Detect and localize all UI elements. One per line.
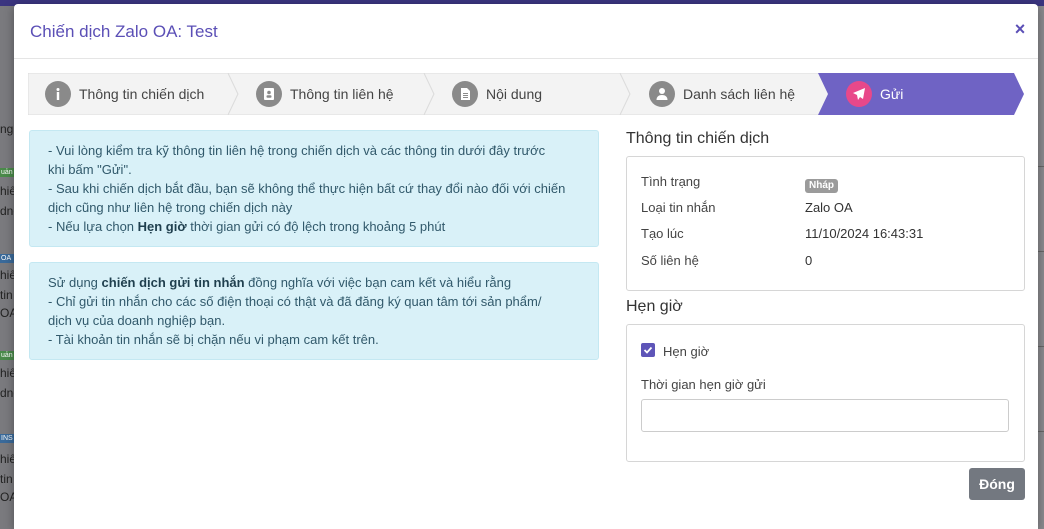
modal-header: Chiến dịch Zalo OA: Test × [14,4,1038,59]
step-contact-list[interactable]: Danh sách liên hệ [620,73,832,115]
notice-text: - Sau khi chiến dịch bắt đầu, bạn sẽ khô… [48,181,566,196]
schedule-title: Hẹn giờ [626,298,683,315]
wizard-steps: Thông tin chiến dịch Thông tin liên hệ N… [28,73,1024,115]
step-content[interactable]: Nội dung [424,73,632,115]
notice-text: - Tài khoản tin nhắn sẽ bị chặn nếu vi p… [48,332,379,347]
step-label: Danh sách liên hệ [683,86,796,102]
background-text: tin [0,288,13,302]
status-badge: Nháp [805,179,838,193]
notice-text: - Vui lòng kiểm tra kỹ thông tin liên hệ… [48,143,546,158]
message-type-label: Loại tin nhắn [641,200,716,215]
status-value: Nháp [805,176,838,193]
background-text: ng [0,122,14,136]
schedule-checkbox[interactable] [641,343,655,357]
schedule-time-label: Thời gian hẹn giờ gửi [641,377,766,392]
schedule-time-input[interactable] [641,399,1009,432]
document-icon [452,81,478,107]
check-icon [643,346,653,354]
schedule-panel: Hẹn giờ Thời gian hẹn giờ gửi [626,324,1025,462]
contact-count-label: Số liên hệ [641,253,699,268]
campaign-info-panel: Tình trạng Nháp Loại tin nhắn Zalo OA Tạ… [626,156,1025,291]
step-label: Gửi [880,86,904,102]
notice-text: - Chỉ gửi tin nhắn cho các số điện thoại… [48,294,542,309]
modal-title: Chiến dịch Zalo OA: Test [30,22,218,41]
status-label: Tình trạng [641,174,701,189]
step-label: Thông tin chiến dịch [79,86,205,102]
notice-text: khi bấm "Gửi". [48,162,132,177]
info-icon [45,81,71,107]
notice-text: dịch cũng như liên hệ trong chiến dịch n… [48,200,293,215]
created-at-value: 11/10/2024 16:43:31 [805,226,924,241]
close-icon[interactable]: × [1012,20,1028,38]
schedule-emphasis: Hẹn giờ [137,219,187,234]
close-button[interactable]: Đóng [969,468,1025,500]
commitment-notice: Sử dụng chiến dịch gửi tin nhắn đồng ngh… [29,262,599,360]
campaign-info-title: Thông tin chiến dịch [626,130,770,147]
step-label: Nội dung [486,86,543,102]
review-notice: - Vui lòng kiểm tra kỹ thông tin liên hệ… [29,130,599,247]
message-type-value: Zalo OA [805,200,853,215]
background-text: tin [0,472,13,486]
notice-text: Sử dụng chiến dịch gửi tin nhắn đồng ngh… [48,275,512,290]
step-send[interactable]: Gửi [818,73,1024,115]
notice-text: - Nếu lựa chọn Hẹn giờ thời gian gửi có … [48,219,446,234]
step-contact-info[interactable]: Thông tin liên hệ [228,73,436,115]
send-icon [846,81,872,107]
user-icon [649,81,675,107]
contact-card-icon [256,81,282,107]
step-campaign-info[interactable]: Thông tin chiến dịch [28,73,240,115]
created-at-label: Tạo lúc [641,226,684,241]
step-label: Thông tin liên hệ [290,86,394,102]
contact-count-value: 0 [805,253,813,268]
campaign-emphasis: chiến dịch gửi tin nhắn [101,275,245,290]
schedule-checkbox-label[interactable]: Hẹn giờ [663,344,709,359]
notice-text: dịch vụ của doanh nghiệp bạn. [48,313,226,328]
campaign-modal: Chiến dịch Zalo OA: Test × Thông tin chi… [14,4,1038,529]
